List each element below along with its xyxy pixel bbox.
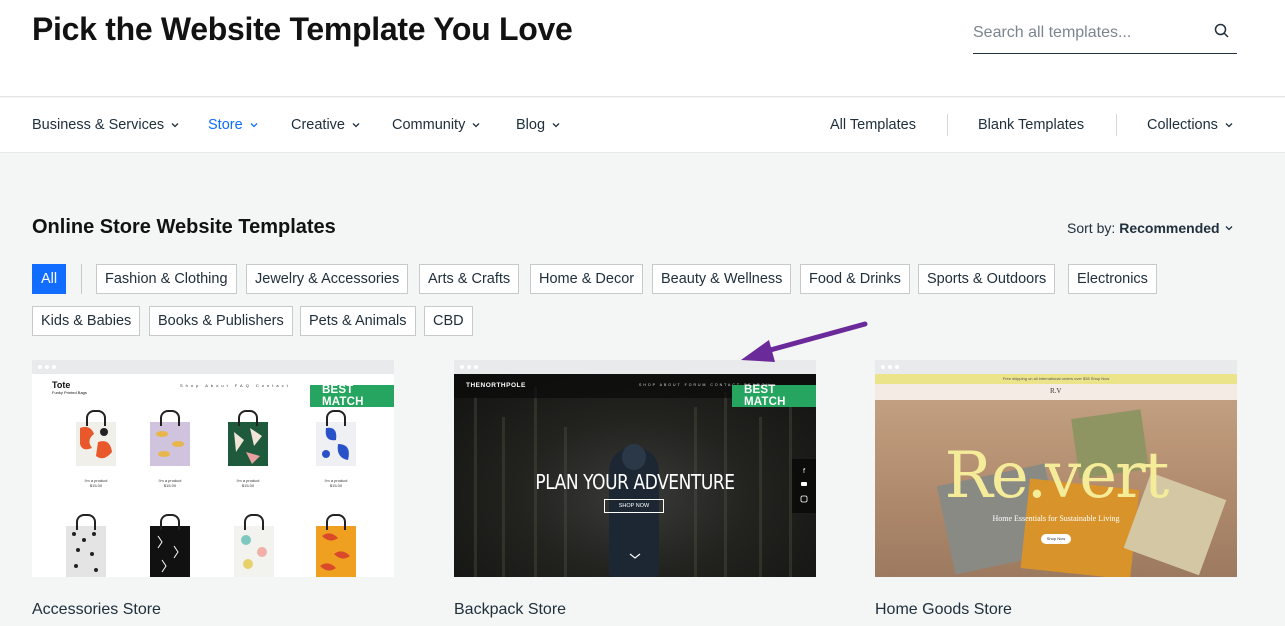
filter-chip-food-drinks[interactable]: Food & Drinks	[800, 264, 910, 294]
sort-dropdown[interactable]: Sort by: Recommended	[1067, 220, 1234, 236]
preview-brand: THENORTHPOLE	[466, 382, 526, 389]
search-box[interactable]	[973, 18, 1237, 54]
filter-chip-all[interactable]: All	[32, 264, 67, 294]
template-name[interactable]: Backpack Store	[454, 601, 566, 619]
filter-divider	[81, 264, 82, 294]
nav-divider	[947, 114, 948, 136]
social-bar: f	[792, 459, 816, 513]
filter-chip-fashion-clothing[interactable]: Fashion & Clothing	[96, 264, 237, 294]
chevron-down-icon	[472, 123, 480, 128]
template-name[interactable]: Accessories Store	[32, 601, 161, 619]
nav-community[interactable]: Community	[392, 117, 481, 133]
nav-label: Collections	[1147, 117, 1218, 133]
product-text: I'm a product $15.00	[236, 478, 260, 488]
nav-blank-templates[interactable]: Blank Templates	[978, 117, 1084, 133]
template-card-accessories-store[interactable]: Tote Funky Printed Bags Shop About FAQ Co…	[32, 360, 394, 577]
nav-label: Creative	[291, 117, 345, 133]
best-match-badge: BEST MATCH	[310, 384, 394, 408]
browser-bar	[875, 360, 1237, 374]
chevron-down-icon	[171, 123, 179, 128]
chevron-down-icon	[352, 123, 360, 128]
nav-all-templates[interactable]: All Templates	[830, 117, 916, 133]
search-icon[interactable]	[1213, 22, 1231, 40]
filter-chip-pets-animals[interactable]: Pets & Animals	[300, 306, 416, 336]
chevron-down-icon	[1225, 123, 1233, 128]
nav-divider	[1116, 114, 1117, 136]
filter-chip-beauty-wellness[interactable]: Beauty & Wellness	[652, 264, 792, 294]
preview-nav: R.V	[875, 384, 1237, 400]
preview-logo: Tote Funky Printed Bags	[52, 380, 87, 395]
nav-label: All Templates	[830, 117, 916, 133]
nav-label: Blog	[516, 117, 546, 133]
svg-text:f: f	[803, 468, 806, 475]
filter-chip-sports-outdoors[interactable]: Sports & Outdoors	[918, 264, 1056, 294]
preview-cta: Shop Now	[1041, 534, 1071, 544]
nav-collections[interactable]: Collections	[1147, 117, 1234, 133]
filter-chip-electronics[interactable]: Electronics	[1068, 264, 1157, 294]
search-input[interactable]	[973, 20, 1203, 46]
template-card-backpack-store[interactable]: THENORTHPOLE SHOP ABOUT FORUM CONTACT SE…	[454, 360, 816, 577]
sort-prefix: Sort by:	[1067, 220, 1116, 236]
template-preview[interactable]: Free shipping on all international order…	[875, 374, 1237, 577]
chevron-down-icon	[1225, 226, 1233, 231]
product-image	[234, 514, 274, 577]
sort-value: Recommended	[1119, 220, 1220, 236]
nav-blog[interactable]: Blog	[516, 117, 561, 133]
preview-tagline: Home Essentials for Sustainable Living	[992, 514, 1120, 523]
product-image	[316, 514, 356, 577]
product-image	[76, 410, 116, 466]
page-header: Pick the Website Template You Love	[0, 0, 1285, 97]
product-text: I'm a product $15.00	[158, 478, 182, 488]
product-text: I'm a product $15.00	[84, 478, 108, 488]
best-match-badge: BEST MATCH	[732, 384, 816, 408]
template-card-home-goods-store[interactable]: Free shipping on all international order…	[875, 360, 1237, 577]
filter-chip-books-publishers[interactable]: Books & Publishers	[149, 306, 293, 336]
filter-chip-jewelry-accessories[interactable]: Jewelry & Accessories	[246, 264, 409, 294]
product-image	[150, 410, 190, 466]
hiker-head	[622, 444, 646, 470]
nav-label: Community	[392, 117, 466, 133]
preview-menu: Shop About FAQ Contact	[180, 383, 291, 388]
product-image	[316, 410, 356, 466]
nav-label: Business & Services	[32, 117, 165, 133]
filter-chip-cbd[interactable]: CBD	[424, 306, 473, 336]
preview-headline: Re.vert	[944, 439, 1170, 513]
nav-label: Store	[208, 117, 243, 133]
chevron-down-icon	[250, 123, 258, 128]
chevron-down-icon	[629, 553, 641, 559]
category-nav: Business & Services Store Creative Commu…	[0, 98, 1285, 153]
product-image	[66, 514, 106, 577]
preview-headline: PLAN YOUR ADVENTURE	[535, 470, 735, 494]
page-title: Pick the Website Template You Love	[32, 11, 573, 47]
preview-promo: Free shipping on all international order…	[875, 374, 1237, 384]
product-text: I'm a product $15.00	[324, 478, 348, 488]
template-name[interactable]: Home Goods Store	[875, 601, 1012, 619]
preview-cta: SHOP NOW	[604, 499, 664, 513]
chevron-down-icon	[552, 123, 560, 128]
nav-creative[interactable]: Creative	[291, 117, 361, 133]
product-image	[150, 514, 190, 577]
nav-store[interactable]: Store	[208, 117, 259, 133]
product-image	[228, 410, 268, 466]
section-title: Online Store Website Templates	[32, 216, 336, 238]
filter-chip-kids-babies[interactable]: Kids & Babies	[32, 306, 141, 336]
nav-label: Blank Templates	[978, 117, 1085, 133]
filter-chip-home-decor[interactable]: Home & Decor	[530, 264, 644, 294]
nav-business-services[interactable]: Business & Services	[32, 117, 180, 133]
browser-bar	[32, 360, 394, 374]
filter-chip-arts-crafts[interactable]: Arts & Crafts	[419, 264, 520, 294]
annotation-arrow-icon	[741, 321, 868, 362]
